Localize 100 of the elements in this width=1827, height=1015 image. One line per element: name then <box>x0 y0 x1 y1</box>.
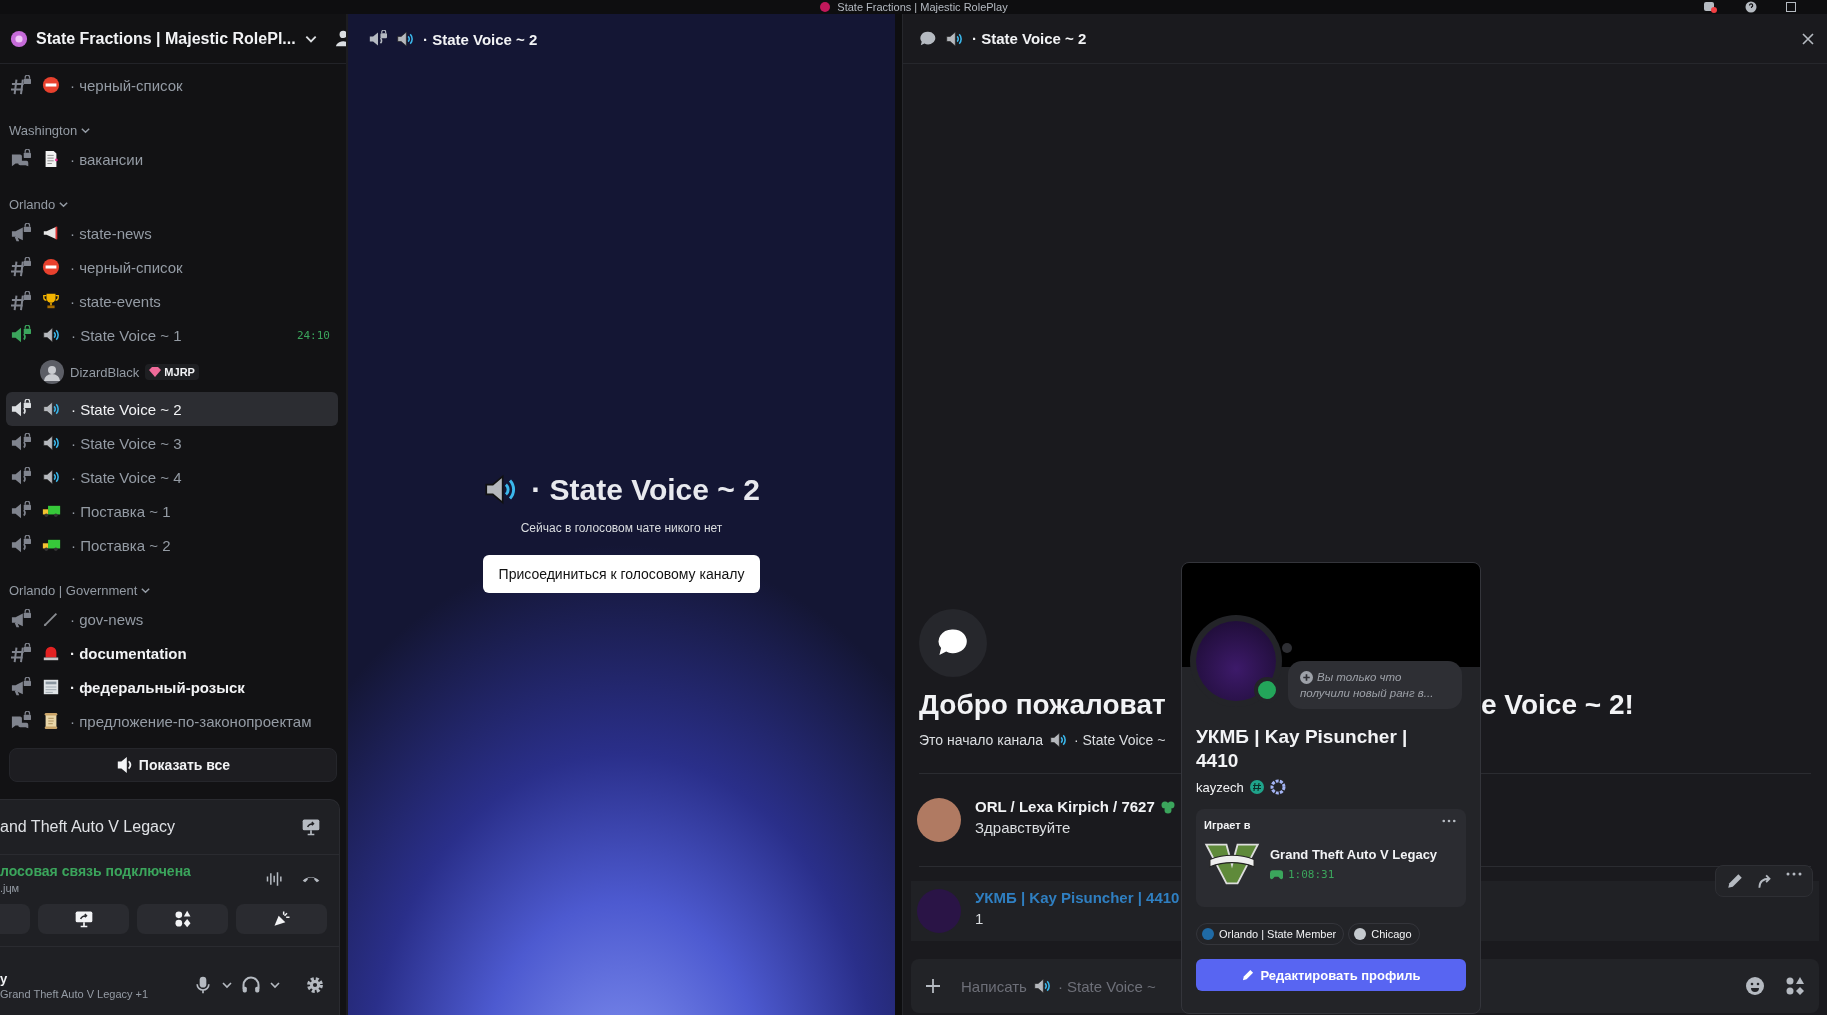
show-all-button[interactable]: Показать все <box>9 748 337 782</box>
trophy-icon <box>42 292 60 310</box>
forward-icon[interactable] <box>1756 872 1774 890</box>
pencil-icon <box>1241 968 1255 982</box>
speaker-icon <box>396 30 415 48</box>
avatar-picture <box>917 889 961 933</box>
category-header[interactable]: Washington <box>6 118 92 142</box>
author-name[interactable]: УКМБ | Kay Pisuncher | 4410 <box>975 889 1180 906</box>
channel-intro-name: · State Voice ~ <box>1074 732 1166 748</box>
screen-share-icon <box>73 909 94 929</box>
newspaper-icon <box>42 678 60 696</box>
screen-share-icon[interactable] <box>301 817 321 837</box>
siren-icon <box>42 644 60 662</box>
thought-dot <box>1282 643 1292 653</box>
activities-button[interactable] <box>137 904 228 934</box>
plus-icon[interactable] <box>925 978 941 994</box>
voice-timer: 24:10 <box>296 328 330 342</box>
no-entry-icon <box>42 76 60 94</box>
channel-item[interactable]: · State Voice ~ 2 <box>6 392 338 426</box>
soundboard-button[interactable] <box>236 904 327 934</box>
settings-icon[interactable] <box>305 975 325 995</box>
empty-voice-text: Сейчас в голосовом чате никого нет <box>520 520 723 535</box>
close-icon[interactable] <box>1801 31 1815 46</box>
ring-badge-icon <box>1269 779 1286 795</box>
edit-profile-button[interactable]: Редактировать профиль <box>1196 959 1466 991</box>
emoji-icon[interactable] <box>1745 976 1765 996</box>
voice-channel-title: · State Voice ~ 2 <box>531 472 760 507</box>
channel-item[interactable]: · State Voice ~ 4 <box>6 460 338 494</box>
channel-title: · State Voice ~ 2 <box>423 30 538 48</box>
channel-item[interactable]: · State Voice ~ 3 <box>6 426 338 460</box>
avatar-picture <box>917 798 961 842</box>
server-tag: MJRP <box>145 364 199 380</box>
channel-item[interactable]: · Поставка ~ 1 <box>6 494 338 528</box>
voice-member[interactable]: DizardBlack MJRP <box>6 352 205 392</box>
more-icon[interactable] <box>1786 872 1802 876</box>
channel-item[interactable]: · черный-список <box>6 250 338 284</box>
edit-icon[interactable] <box>1726 872 1744 890</box>
v-logo-icon <box>1204 841 1260 887</box>
voice-status: лосовая связь подключена <box>0 863 191 879</box>
category-header[interactable]: Orlando <box>6 192 70 216</box>
more-icon[interactable] <box>1442 819 1456 823</box>
channel-item[interactable]: · предложение-по-законопроектам <box>6 704 338 738</box>
category-header[interactable]: Orlando | Government <box>6 578 152 602</box>
headphones-icon[interactable] <box>241 975 261 995</box>
join-voice-button[interactable]: Присоединиться к голосовому каналу <box>482 554 761 593</box>
channel-item[interactable]: · Поставка ~ 2 <box>6 528 338 562</box>
channel-intro-text: Это начало канала <box>919 732 1043 748</box>
voice-detail: .jɥм <box>0 882 21 894</box>
channel-item[interactable]: · State Voice ~ 1 24:10 <box>6 318 338 352</box>
display-name: УКМБ | Kay Pisuncher | 4410 <box>1196 725 1409 773</box>
plus-icon <box>1300 671 1313 684</box>
channel-title: · State Voice ~ 2 <box>972 30 1087 47</box>
author-name[interactable]: ORL / Lexa Kirpich / 7627 <box>975 798 1155 815</box>
message-text: Здравствуйте <box>975 819 1072 836</box>
game-title: and Theft Auto V Legacy <box>0 818 175 836</box>
apps-icon[interactable] <box>1785 976 1805 996</box>
input-placeholder: · State Voice ~ <box>1057 977 1156 995</box>
maximize-icon[interactable] <box>1785 1 1797 13</box>
inbox-icon[interactable] <box>1703 1 1717 13</box>
window-title: State Fractions | Majestic RolePlay <box>837 1 1008 13</box>
channel-item[interactable]: · вакансии <box>6 142 338 176</box>
avatar-icon <box>40 360 64 384</box>
locked-speaker-icon <box>368 30 388 48</box>
app-icon <box>819 1 832 13</box>
username: kayzech <box>1196 779 1244 795</box>
gem-icon <box>149 367 162 377</box>
speaker-icon <box>42 326 61 344</box>
user-name: y <box>0 970 9 986</box>
chevron-icon <box>221 979 233 991</box>
channel-item[interactable]: · федеральный-розыск <box>6 670 338 704</box>
speaker-icon <box>1049 731 1068 749</box>
no-entry-icon <box>42 258 60 276</box>
status-note: Вы только что получили новый ранг в... <box>1288 661 1462 709</box>
channel-item[interactable]: · черный-список <box>6 68 338 102</box>
speaker-icon <box>945 29 964 48</box>
speaker-icon <box>42 434 61 452</box>
chevron-icon <box>269 979 281 991</box>
pencil-icon <box>42 610 60 628</box>
speaker-icon <box>42 400 61 418</box>
welcome-heading: e Voice ~ 2! <box>1481 689 1634 721</box>
gamepad-icon <box>1270 869 1283 880</box>
channel-item[interactable]: · state-news <box>6 216 338 250</box>
channel-item[interactable]: · gov-news <box>6 602 338 636</box>
welcome-heading: Добро пожаловат <box>919 689 1166 720</box>
speaker-icon <box>115 756 134 774</box>
microphone-icon[interactable] <box>193 975 213 995</box>
channel-item[interactable]: · state-events <box>6 284 338 318</box>
message-text: 1 <box>975 910 985 927</box>
screen-share-button[interactable] <box>38 904 129 934</box>
chat-bubble-icon <box>919 29 937 48</box>
speaker-icon <box>1032 977 1052 995</box>
speaker-icon <box>42 468 61 486</box>
hash-badge-icon <box>1249 780 1264 794</box>
activity-label: Играет в <box>1204 819 1251 831</box>
channel-item[interactable]: · documentation <box>6 636 338 670</box>
help-icon[interactable] <box>1745 1 1757 13</box>
server-icon <box>10 29 28 48</box>
scroll-icon <box>42 712 60 730</box>
game-title: Grand Theft Auto V Legacy <box>1270 847 1438 862</box>
input-placeholder: Написать <box>961 977 1027 995</box>
